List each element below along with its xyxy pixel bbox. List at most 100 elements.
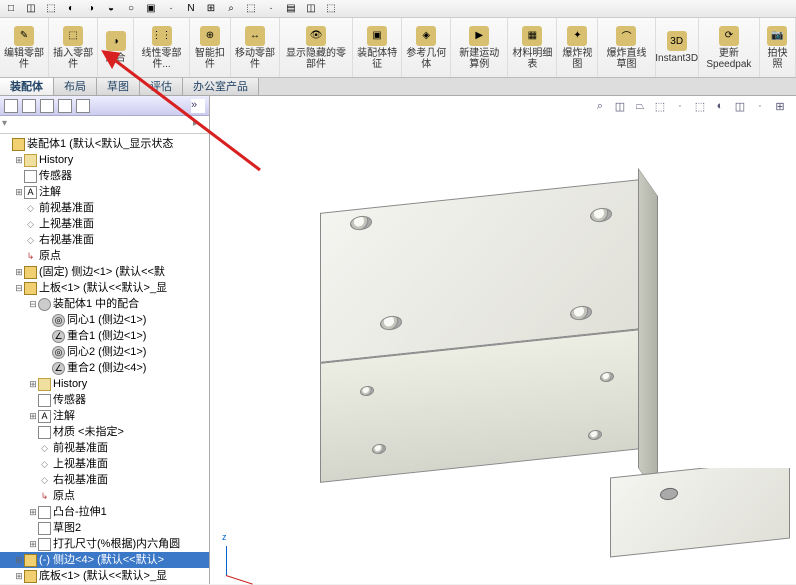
ribbon-button[interactable]: ▦材料明细表	[508, 18, 557, 77]
expand-icon[interactable]: ⊞	[28, 408, 38, 424]
view-tool-icon[interactable]: ◫	[732, 98, 748, 114]
tree-tab-icon[interactable]	[58, 99, 72, 113]
expand-icon[interactable]: ⊞	[14, 264, 24, 280]
ribbon-button[interactable]: 📷拍快照	[760, 18, 796, 77]
command-tab[interactable]: 办公室产品	[183, 78, 259, 95]
tree-node[interactable]: ⊞A注解	[0, 408, 209, 424]
tree-node[interactable]: ⊞(固定) 侧边<1> (默认<<默	[0, 264, 209, 280]
tree-node[interactable]: ◇前视基准面	[0, 200, 209, 216]
view-tool-icon[interactable]: ◫	[612, 98, 628, 114]
tree-node[interactable]: 传感器	[0, 168, 209, 184]
ribbon-button[interactable]: ▶新建运动算例	[451, 18, 508, 77]
ribbon-button[interactable]: ✎编辑零部件	[0, 18, 49, 77]
expand-icon[interactable]: ⊞	[14, 152, 24, 168]
qat-icon[interactable]: ◫	[24, 2, 38, 16]
tree-node[interactable]: ⊟装配体1 中的配合	[0, 296, 209, 312]
view-tool-icon[interactable]: ⬚	[652, 98, 668, 114]
tree-node[interactable]: ⊞凸台-拉伸1	[0, 504, 209, 520]
view-tool-icon[interactable]: ·	[672, 98, 688, 114]
tree-node[interactable]: ⊞A注解	[0, 184, 209, 200]
ribbon-button[interactable]: ◈参考几何体	[402, 18, 451, 77]
axis-triad[interactable]: z	[218, 536, 258, 576]
tree-node[interactable]: 装配体1 (默认<默认_显示状态	[0, 136, 209, 152]
tree-node[interactable]: ◇右视基准面	[0, 472, 209, 488]
qat-icon[interactable]: ⬚	[44, 2, 58, 16]
qat-icon[interactable]: ·	[164, 2, 178, 16]
tree-node[interactable]: ⊟上板<1> (默认<<默认>_显	[0, 280, 209, 296]
tree-node[interactable]: ⊞History	[0, 152, 209, 168]
qat-icon[interactable]: ○	[124, 2, 138, 16]
view-tool-icon[interactable]: ◐	[712, 98, 728, 114]
qat-icon[interactable]: ◐	[64, 2, 78, 16]
ribbon-button[interactable]: ⋮⋮线性零部件...	[134, 18, 190, 77]
tree-node[interactable]: ⊞History	[0, 376, 209, 392]
ribbon-button[interactable]: 3DInstant3D	[656, 18, 699, 77]
view-tool-icon[interactable]: ⊞	[772, 98, 788, 114]
ribbon-button[interactable]: ⟳更新Speedpak	[699, 18, 760, 77]
second-part-model[interactable]	[610, 468, 790, 578]
filter-icon[interactable]: ▾	[2, 118, 16, 132]
expand-icon[interactable]: ⊞	[14, 568, 24, 584]
qat-icon[interactable]: ⬚	[244, 2, 258, 16]
collapse-icon[interactable]: ⊟	[14, 280, 24, 296]
ribbon-button[interactable]: ◑配合	[98, 18, 134, 77]
qat-icon[interactable]: ▣	[144, 2, 158, 16]
ribbon-button[interactable]: ✦爆炸视图	[557, 18, 598, 77]
view-tool-icon[interactable]: ⬚	[692, 98, 708, 114]
qat-icon[interactable]: ·	[264, 2, 278, 16]
tree-node[interactable]: 材质 <未指定>	[0, 424, 209, 440]
expand-icon[interactable]: ⊞	[28, 376, 38, 392]
tree-node[interactable]: ◇上视基准面	[0, 216, 209, 232]
ribbon-button[interactable]: ▣装配体特征	[353, 18, 402, 77]
expand-icon[interactable]: ⊞	[28, 536, 38, 552]
tree-node[interactable]: 传感器	[0, 392, 209, 408]
ribbon-button[interactable]: ⊕智能扣件	[190, 18, 231, 77]
qat-icon[interactable]: ⌕	[224, 2, 238, 16]
command-tab[interactable]: 评估	[140, 78, 183, 95]
tree-node[interactable]: ⊞底板<1> (默认<<默认>_显	[0, 568, 209, 584]
tree-tab-icon[interactable]	[40, 99, 54, 113]
view-tool-icon[interactable]: ⏢	[632, 98, 648, 114]
view-tool-icon[interactable]: ·	[752, 98, 768, 114]
ribbon-button[interactable]: 👁显示隐藏的零部件	[280, 18, 353, 77]
tree-tab-icon[interactable]	[76, 99, 90, 113]
ribbon-button[interactable]: ⬚插入零部件	[49, 18, 98, 77]
collapse-icon[interactable]: ⊟	[28, 296, 38, 312]
qat-icon[interactable]: ⊞	[204, 2, 218, 16]
command-tab[interactable]: 布局	[54, 78, 97, 95]
tree-tab-bar[interactable]: »	[0, 96, 209, 116]
feature-tree[interactable]: 装配体1 (默认<默认_显示状态⊞History传感器⊞A注解◇前视基准面◇上视…	[0, 134, 209, 584]
tree-node[interactable]: ↳原点	[0, 248, 209, 264]
view-tool-icon[interactable]: ⌕	[592, 98, 608, 114]
qat-icon[interactable]: N	[184, 2, 198, 16]
qat-icon[interactable]: ▤	[284, 2, 298, 16]
tree-node[interactable]: ⊞(-) 侧边<4> (默认<<默认>	[0, 552, 209, 568]
tree-node[interactable]: ∠重合2 (侧边<4>)	[0, 360, 209, 376]
tree-node[interactable]: ◇上视基准面	[0, 456, 209, 472]
expand-icon[interactable]: ⊞	[14, 552, 24, 568]
qat-icon[interactable]: ◒	[104, 2, 118, 16]
expand-icon[interactable]: ⊞	[14, 184, 24, 200]
expand-icon[interactable]: ⊞	[28, 504, 38, 520]
tree-collapse-icon[interactable]: »	[191, 99, 205, 113]
qat-icon[interactable]: ◫	[304, 2, 318, 16]
qat-icon[interactable]: ◑	[84, 2, 98, 16]
qat-icon[interactable]: □	[4, 2, 18, 16]
tree-node[interactable]: ◇前视基准面	[0, 440, 209, 456]
tree-node[interactable]: ⊞打孔尺寸(%根据)内六角圆	[0, 536, 209, 552]
tree-tab-icon[interactable]	[4, 99, 18, 113]
part-top-face[interactable]	[610, 468, 790, 557]
tree-tab-icon[interactable]	[22, 99, 36, 113]
tree-filter-input[interactable]	[16, 119, 193, 131]
qat-icon[interactable]: ⬚	[324, 2, 338, 16]
tree-node[interactable]: ∠重合1 (侧边<1>)	[0, 328, 209, 344]
tree-node[interactable]: ◇右视基准面	[0, 232, 209, 248]
tree-node[interactable]: ◎同心2 (侧边<1>)	[0, 344, 209, 360]
ribbon-button[interactable]: ↔移动零部件	[231, 18, 280, 77]
command-tab[interactable]: 装配体	[0, 78, 54, 95]
graphics-viewport[interactable]: ⌕◫⏢⬚·⬚◐◫·⊞ z	[210, 96, 796, 584]
tree-node[interactable]: ↳原点	[0, 488, 209, 504]
part-side-face[interactable]	[638, 168, 658, 497]
tree-node[interactable]: ◎同心1 (侧边<1>)	[0, 312, 209, 328]
tree-node[interactable]: 草图2	[0, 520, 209, 536]
